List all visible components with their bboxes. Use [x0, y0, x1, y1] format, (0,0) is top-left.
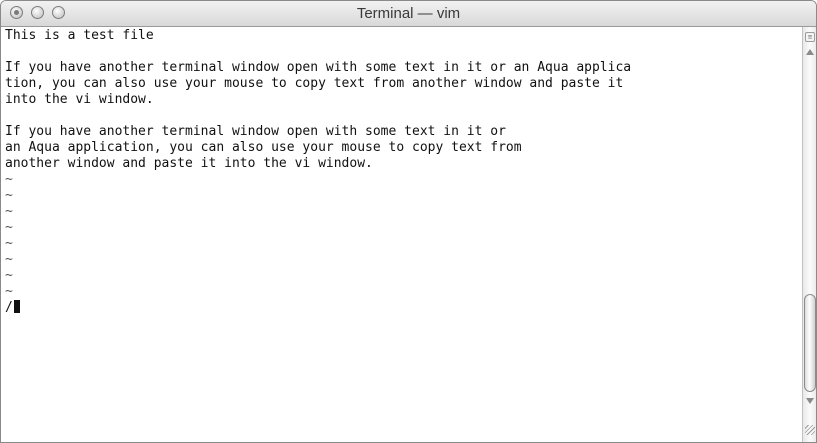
resize-grip-icon[interactable]: [805, 425, 815, 435]
scrollbar-thumb[interactable]: [804, 294, 816, 392]
command-text: /: [5, 300, 13, 315]
text-line: If you have another terminal window open…: [5, 124, 506, 139]
vim-text-area[interactable]: This is a test file If you have another …: [5, 28, 795, 440]
empty-line-tilde: ~: [5, 220, 13, 235]
text-line: another window and paste it into the vi …: [5, 156, 373, 171]
vertical-scrollbar[interactable]: ≡: [802, 27, 816, 442]
scroll-up-arrow-icon[interactable]: [806, 49, 814, 55]
window-title: Terminal — vim: [356, 5, 461, 22]
text-line: [5, 108, 795, 124]
empty-line-tilde: ~: [5, 236, 13, 251]
scroll-down-arrow-icon[interactable]: [806, 398, 814, 404]
text-cursor: [13, 300, 20, 313]
title-bar[interactable]: Terminal — vim: [1, 1, 816, 27]
empty-line-tilde: ~: [5, 188, 13, 203]
command-line[interactable]: /: [5, 300, 795, 316]
empty-line-tilde: ~: [5, 284, 13, 299]
text-line: If you have another terminal window open…: [5, 60, 632, 75]
text-line: This is a test file: [5, 28, 154, 43]
empty-line-tilde: ~: [5, 268, 13, 283]
text-line: tion, you can also use your mouse to cop…: [5, 76, 624, 91]
empty-line-tilde: ~: [5, 252, 13, 267]
empty-line-tilde: ~: [5, 172, 13, 187]
text-line: an Aqua application, you can also use yo…: [5, 140, 522, 155]
text-line: into the vi window.: [5, 92, 154, 107]
text-line: [5, 44, 795, 60]
scroll-split-icon[interactable]: ≡: [805, 32, 815, 42]
terminal-window: Terminal — vim This is a test file If yo…: [0, 0, 817, 443]
empty-line-tilde: ~: [5, 204, 13, 219]
